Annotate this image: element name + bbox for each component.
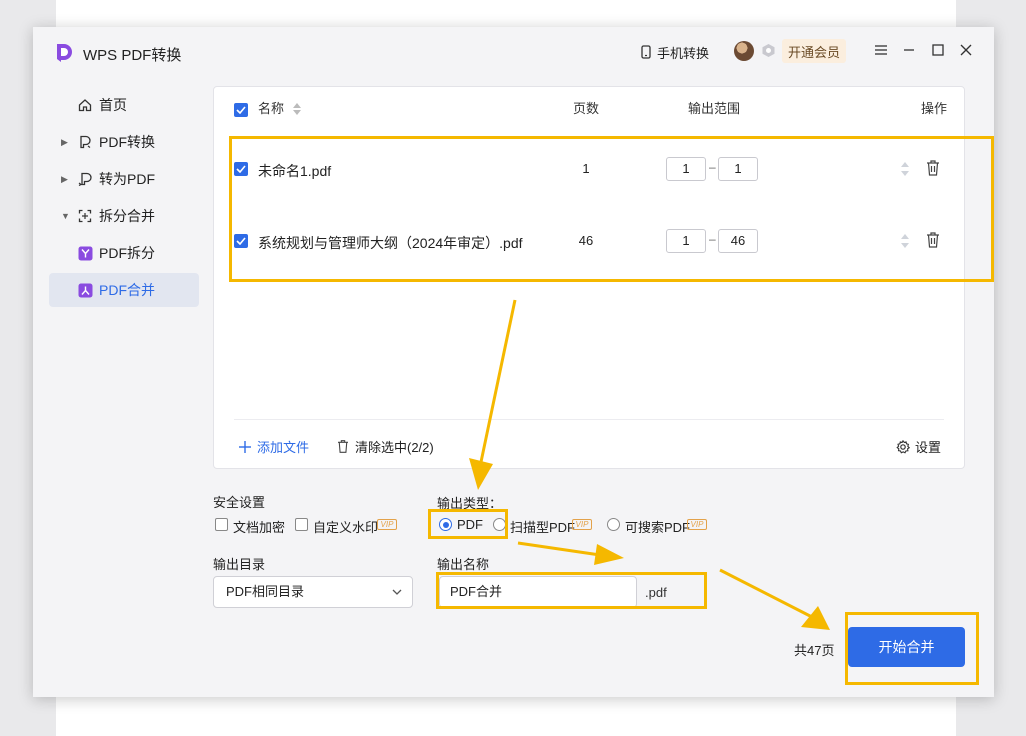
- maximize-icon[interactable]: [930, 42, 946, 58]
- radio-scanned-pdf[interactable]: [493, 518, 506, 531]
- start-merge-button[interactable]: 开始合并: [848, 627, 965, 667]
- radio-pdf[interactable]: [439, 518, 452, 531]
- delete-icon[interactable]: [925, 159, 941, 177]
- output-name-label: 输出名称: [437, 557, 490, 572]
- file-page-count: 46: [578, 233, 594, 248]
- check-icon: [236, 237, 246, 245]
- wps-pdf-logo-icon: [57, 44, 72, 62]
- column-header-name: 名称: [258, 101, 285, 116]
- vip-tag: VIP: [687, 519, 707, 530]
- output-ext: .pdf: [645, 585, 667, 600]
- file-page-count: 1: [582, 161, 590, 176]
- output-dir-value: PDF相同目录: [226, 584, 305, 599]
- expand-arrow-icon[interactable]: ▶: [61, 174, 68, 185]
- menu-icon[interactable]: [873, 42, 889, 58]
- panel-divider: [234, 419, 944, 420]
- sidebar-item-label: 首页: [99, 97, 127, 113]
- vip-tag: VIP: [377, 519, 397, 530]
- sidebar-item-label: 拆分合并: [99, 208, 155, 224]
- security-settings-label: 安全设置: [213, 495, 266, 510]
- sidebar-item-label: PDF合并: [99, 282, 155, 298]
- trash-icon: [338, 440, 348, 453]
- file-list-panel: 名称 页数 输出范围 操作 未命名1.pdf 1 1 – 1 系统规划与管理师大…: [213, 86, 965, 469]
- sidebar-item-split-merge[interactable]: ▼ 拆分合并: [49, 199, 199, 233]
- output-type-label: 输出类型：: [437, 496, 503, 511]
- sidebar-item-label: PDF拆分: [99, 245, 155, 261]
- settings-label: 设置: [915, 440, 942, 455]
- sort-icon[interactable]: [292, 100, 302, 118]
- vip-badge-icon: [762, 44, 775, 57]
- mobile-convert-label: 手机转换: [657, 45, 710, 61]
- plus-icon: [239, 440, 251, 453]
- expand-arrow-icon[interactable]: ▶: [61, 137, 68, 148]
- user-avatar[interactable]: [734, 41, 754, 61]
- mobile-convert-button[interactable]: 手机转换: [640, 42, 709, 62]
- app-title: WPS PDF转换: [83, 47, 182, 64]
- radio-scanned-pdf-label[interactable]: 扫描型PDF: [510, 517, 575, 536]
- sidebar-item-label: PDF转换: [99, 134, 155, 150]
- range-to-input[interactable]: 46: [718, 229, 758, 253]
- vip-tag: VIP: [572, 519, 592, 530]
- clear-selected-button[interactable]: 清除选中(2/2): [336, 437, 434, 456]
- close-icon[interactable]: [958, 42, 974, 58]
- select-all-checkbox[interactable]: [234, 103, 248, 117]
- row-checkbox[interactable]: [234, 234, 248, 248]
- sidebar-item-pdf-merge[interactable]: PDF合并: [49, 273, 199, 307]
- radio-pdf-label[interactable]: PDF: [457, 517, 483, 532]
- sidebar-item-home[interactable]: 首页: [49, 88, 199, 122]
- settings-button[interactable]: 设置: [896, 437, 941, 456]
- reorder-arrows-icon[interactable]: [900, 159, 910, 179]
- range-from-input[interactable]: 1: [666, 229, 706, 253]
- add-file-label: 添加文件: [257, 440, 310, 455]
- minimize-icon[interactable]: [901, 42, 917, 58]
- check-icon: [236, 106, 246, 114]
- check-icon: [236, 165, 246, 173]
- title-bar: WPS PDF转换 手机转换 开通会员: [33, 27, 994, 77]
- sidebar-item-label: 转为PDF: [99, 171, 155, 187]
- app-window: WPS PDF转换 手机转换 开通会员 首页 ▶ PDF转换 ▶ 转为PDF ▼…: [33, 27, 994, 697]
- file-name: 系统规划与管理师大纲（2024年审定）.pdf: [258, 235, 523, 251]
- output-dir-select[interactable]: PDF相同目录: [213, 576, 413, 608]
- delete-icon[interactable]: [925, 231, 941, 249]
- gear-icon: [896, 439, 910, 454]
- file-name: 未命名1.pdf: [258, 163, 332, 179]
- radio-searchable-pdf[interactable]: [607, 518, 620, 531]
- output-dir-label: 输出目录: [213, 557, 266, 572]
- pdf-convert-icon: [77, 134, 93, 150]
- pdf-split-icon: [77, 245, 93, 261]
- sidebar-item-pdf-split[interactable]: PDF拆分: [49, 236, 199, 270]
- column-header-range: 输出范围: [688, 101, 741, 116]
- add-file-button[interactable]: 添加文件: [238, 437, 309, 456]
- split-merge-icon: [77, 208, 93, 224]
- home-icon: [77, 97, 93, 113]
- output-name-input[interactable]: PDF合并: [439, 576, 637, 608]
- open-vip-button[interactable]: 开通会员: [782, 39, 846, 63]
- chevron-down-icon: [392, 589, 402, 595]
- encrypt-checkbox[interactable]: [215, 518, 228, 531]
- row-checkbox[interactable]: [234, 162, 248, 176]
- collapse-arrow-icon[interactable]: ▼: [61, 211, 70, 221]
- to-pdf-icon: [77, 171, 93, 187]
- pdf-merge-icon: [77, 282, 93, 298]
- sidebar-item-to-pdf[interactable]: ▶ 转为PDF: [49, 162, 199, 196]
- range-separator: –: [709, 232, 716, 246]
- column-header-action: 操作: [921, 101, 948, 116]
- reorder-arrows-icon[interactable]: [900, 231, 910, 251]
- encrypt-label[interactable]: 文档加密: [233, 517, 285, 536]
- range-from-input[interactable]: 1: [666, 157, 706, 181]
- total-pages: 共47页: [794, 643, 835, 658]
- phone-icon: [641, 45, 651, 59]
- sidebar-item-pdf-convert[interactable]: ▶ PDF转换: [49, 125, 199, 159]
- column-header-pages: 页数: [573, 101, 600, 116]
- radio-searchable-pdf-label[interactable]: 可搜索PDF: [625, 517, 690, 536]
- watermark-checkbox[interactable]: [295, 518, 308, 531]
- watermark-label[interactable]: 自定义水印: [313, 517, 378, 536]
- range-separator: –: [709, 160, 716, 174]
- range-to-input[interactable]: 1: [718, 157, 758, 181]
- clear-selected-label: 清除选中(2/2): [355, 440, 434, 455]
